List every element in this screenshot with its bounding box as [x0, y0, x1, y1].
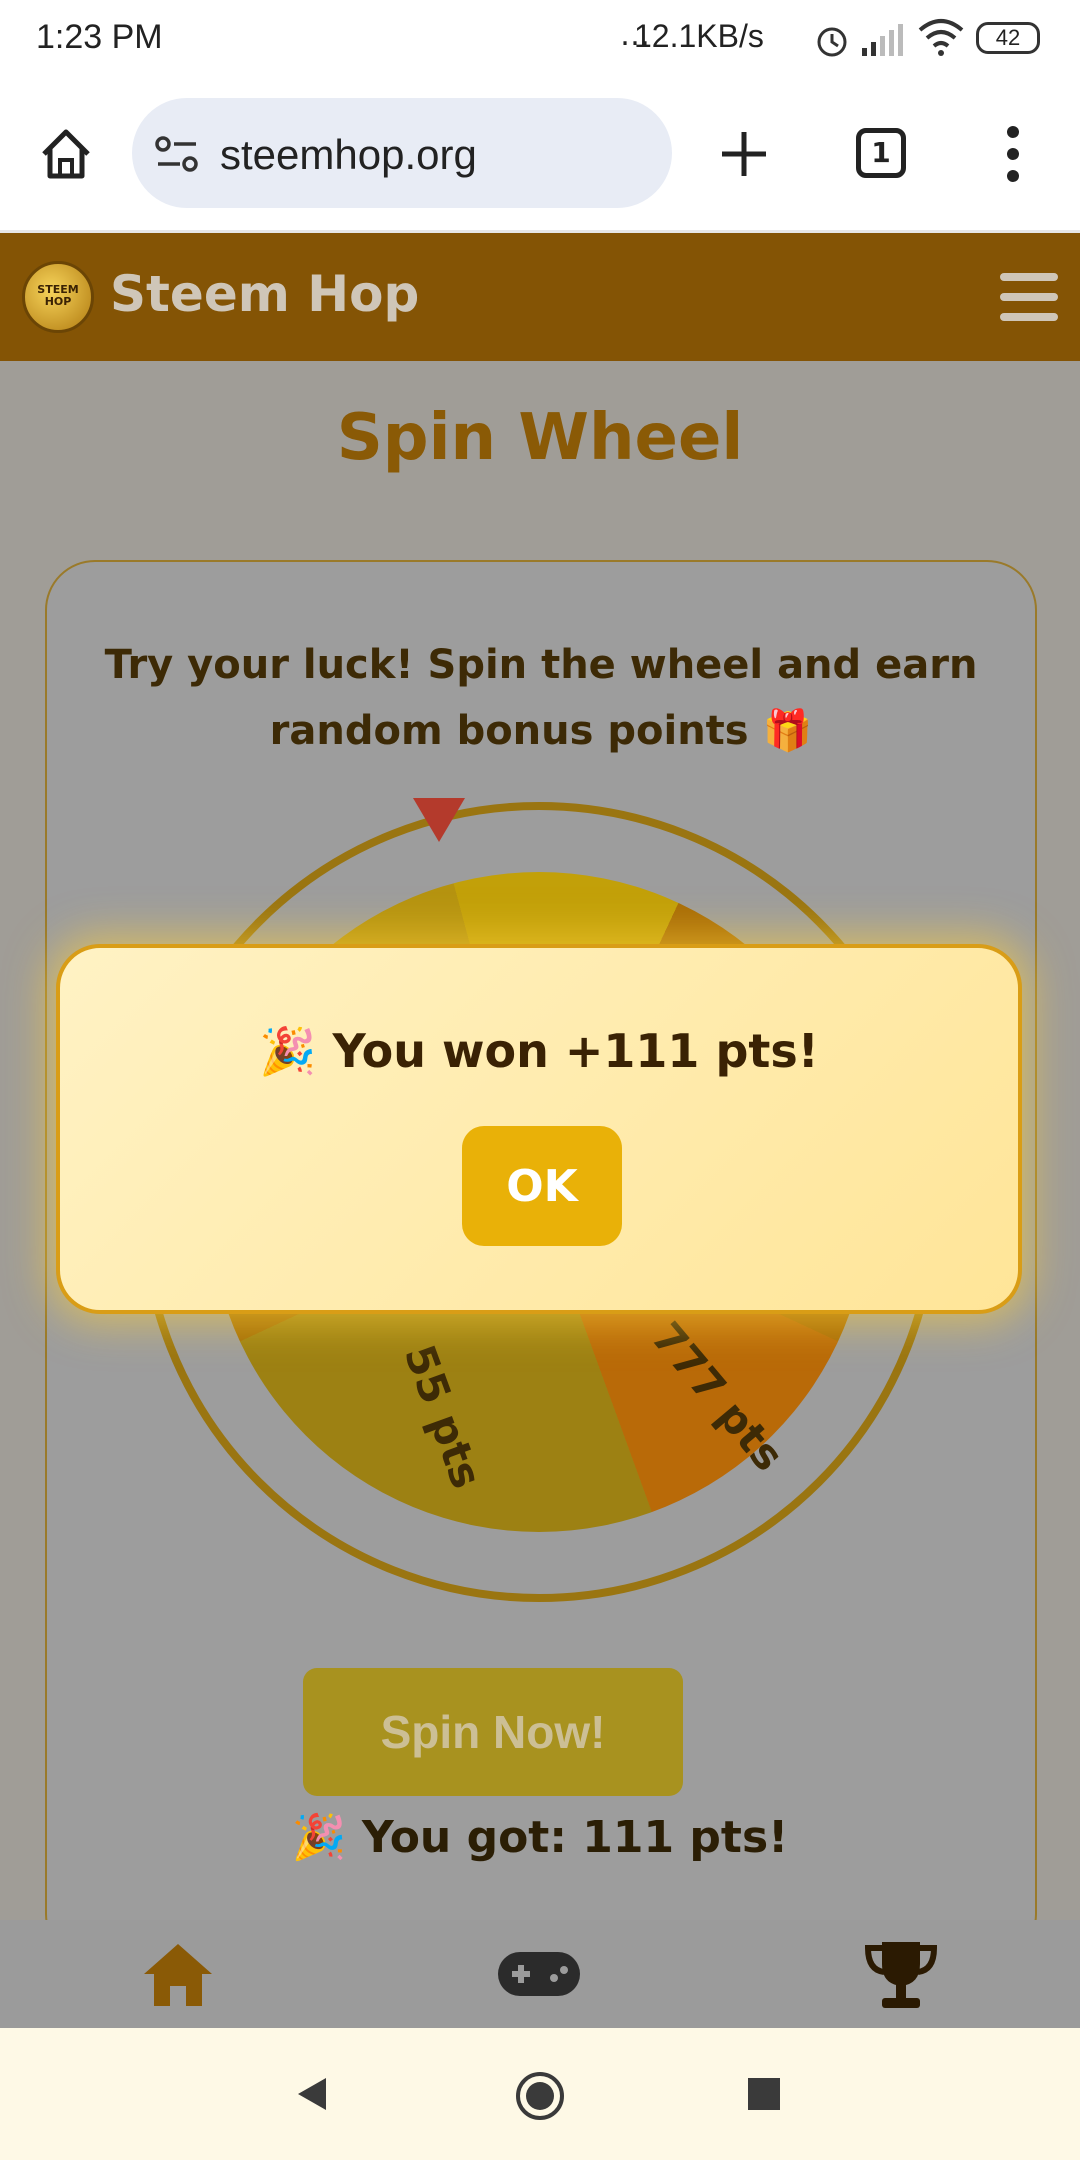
- url-bar[interactable]: steemhop.org: [132, 98, 672, 208]
- back-icon[interactable]: [294, 2074, 330, 2114]
- wheel-pointer-icon: [413, 798, 465, 842]
- gamepad-icon[interactable]: [496, 1946, 582, 2002]
- new-tab-icon[interactable]: [718, 128, 770, 180]
- battery-indicator: 42: [976, 22, 1040, 54]
- win-message: 🎉 You won +111 pts!: [259, 1024, 819, 1078]
- spin-now-button[interactable]: Spin Now!: [303, 1668, 683, 1796]
- recents-icon[interactable]: [746, 2076, 782, 2112]
- trophy-icon[interactable]: [862, 1938, 940, 2014]
- bottom-nav: [0, 1920, 1080, 2028]
- signal-icon: [862, 24, 903, 56]
- url-text[interactable]: steemhop.org: [220, 131, 477, 179]
- home-icon[interactable]: [38, 126, 94, 182]
- site-logo[interactable]: STEEM HOP: [22, 261, 94, 333]
- spin-result-text: 🎉 You got: 111 pts!: [291, 1812, 789, 1863]
- site-brand[interactable]: Steem Hop: [110, 265, 419, 323]
- wifi-icon: [918, 19, 964, 56]
- ok-button[interactable]: OK: [462, 1126, 622, 1246]
- site-header: STEEM HOP Steem Hop: [0, 233, 1080, 361]
- page-title: Spin Wheel: [336, 401, 744, 475]
- wheel-slice-label: 55 pts: [394, 1338, 492, 1495]
- status-bar: 1:23 PM 12.1KB/s … 42: [0, 0, 1080, 78]
- alarm-icon: [817, 27, 847, 57]
- site-settings-icon[interactable]: [154, 134, 200, 174]
- status-time: 1:23 PM: [36, 18, 163, 56]
- wheel-slice-label: 777 pts: [641, 1312, 794, 1481]
- home-icon[interactable]: [140, 1940, 216, 2010]
- intro-text: Try your luck! Spin the wheel and earn r…: [104, 642, 978, 754]
- system-nav-bar: [0, 2028, 1080, 2160]
- win-dialog: 🎉 You won +111 pts! OK: [56, 944, 1022, 1314]
- tab-switcher-button[interactable]: 1: [856, 128, 906, 178]
- more-dots-icon: …: [620, 18, 650, 53]
- network-speed: 12.1KB/s: [634, 18, 764, 54]
- home-nav-icon[interactable]: [514, 2070, 566, 2122]
- hamburger-menu-icon[interactable]: [998, 269, 1060, 325]
- browser-toolbar: steemhop.org 1: [0, 78, 1080, 233]
- browser-menu-icon[interactable]: [998, 122, 1028, 186]
